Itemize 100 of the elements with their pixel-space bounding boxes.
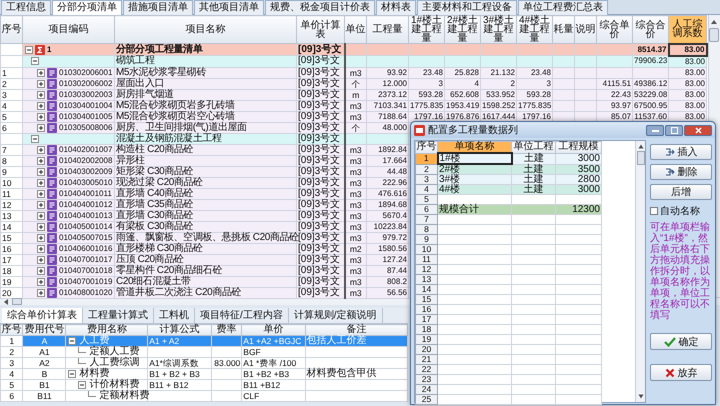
item-code: 010302006002 bbox=[59, 78, 112, 88]
table-cell: 厨房排气烟道 bbox=[114, 89, 296, 100]
table-cell: 127.24 bbox=[366, 254, 408, 265]
table-cell: 12.000 bbox=[366, 78, 408, 89]
table-cell: 现浇过梁 C20商品砼 bbox=[114, 177, 296, 188]
table-cell: 4115.51 bbox=[596, 78, 632, 89]
table-cell: 雨篷、飘窗板、空调板、悬挑板 C20商品砼 bbox=[114, 232, 296, 243]
table-cell: 79906.23 bbox=[632, 56, 668, 67]
column-header: 序号 bbox=[0, 324, 23, 336]
table-cell: CLF bbox=[242, 390, 306, 402]
table-cell: 矩形梁 C30商品砼 bbox=[114, 166, 296, 177]
item-code: 010402001007 bbox=[59, 144, 112, 154]
table-cell: 83.00 bbox=[668, 100, 706, 111]
table-cell: 20 bbox=[0, 287, 22, 298]
table-cell: 2 bbox=[0, 346, 23, 358]
table-cell: 砌筑工程 bbox=[114, 56, 296, 67]
item-code: 010405007015 bbox=[59, 232, 112, 242]
table-cell: C20细石混凝土带 bbox=[114, 276, 296, 287]
table-cell: m3 bbox=[344, 221, 366, 232]
column-header: 费用名称 bbox=[66, 324, 148, 336]
column-header: 综合合价 bbox=[632, 16, 668, 44]
table-cell: 1775.835 bbox=[408, 100, 444, 111]
table-cell: 1 bbox=[0, 336, 23, 346]
table-cell: 67500.95 bbox=[632, 100, 668, 111]
table-cell: 23.48 bbox=[516, 67, 552, 78]
table-cell: 3000 bbox=[556, 153, 602, 164]
table-cell: 979.72 bbox=[366, 232, 408, 243]
table-cell: 1892.84 bbox=[366, 144, 408, 155]
cost-name: 定额材料费 bbox=[99, 391, 150, 401]
item-code: 010404001013 bbox=[59, 210, 112, 220]
table-cell: m3 bbox=[344, 254, 366, 265]
table-cell: 压顶 C20商品砼 bbox=[114, 254, 296, 265]
table-cell: 4 bbox=[444, 78, 480, 89]
table-cell: M5混合砂浆砌页岩空心砖墙 bbox=[114, 111, 296, 122]
table-cell: 6 bbox=[0, 122, 22, 133]
table-cell: 1953.419 bbox=[444, 100, 480, 111]
table-cell: 49386.12 bbox=[632, 78, 668, 89]
column-header: 工程规模 bbox=[556, 142, 602, 153]
table-cell: 6 bbox=[0, 390, 23, 402]
table-cell: 83.00 bbox=[668, 56, 706, 67]
column-header: 项目编码 bbox=[22, 16, 114, 44]
column-header: 人工综调系数 bbox=[668, 16, 706, 44]
table-cell: 593.28 bbox=[516, 89, 552, 100]
column-header: 计算公式 bbox=[148, 324, 212, 336]
table-cell: 2 bbox=[0, 78, 22, 89]
table-cell: 222.96 bbox=[366, 177, 408, 188]
table-cell: 11 bbox=[0, 188, 22, 199]
table-cell: 5670.4 bbox=[366, 210, 408, 221]
table-cell: m3 bbox=[344, 232, 366, 243]
table-cell: 87.44 bbox=[366, 265, 408, 276]
item-code: 010407001018 bbox=[59, 266, 112, 276]
table-cell: 1 bbox=[0, 67, 22, 78]
item-code: 010407001019 bbox=[59, 276, 112, 286]
table-cell: m bbox=[344, 89, 366, 100]
table-cell: 4 bbox=[0, 368, 23, 380]
table-cell: 23.48 bbox=[408, 67, 444, 78]
table-cell: m3 bbox=[344, 276, 366, 287]
table-cell: 48.000 bbox=[366, 122, 408, 133]
table-cell: 7103.341 bbox=[366, 100, 408, 111]
item-code: 1 bbox=[47, 44, 52, 54]
column-header: 单位 bbox=[344, 16, 366, 44]
table-cell: 9 bbox=[0, 166, 22, 177]
column-header: 2#楼土建工程量 bbox=[444, 16, 480, 44]
table-cell: 21.132 bbox=[480, 67, 516, 78]
cost-name: 人工费 bbox=[79, 336, 110, 346]
table-cell: 3 bbox=[516, 78, 552, 89]
column-header: 单位工程 bbox=[512, 142, 556, 153]
table-cell: 零星构件 C20商品细石砼 bbox=[114, 265, 296, 276]
column-header: 序号 bbox=[416, 142, 438, 153]
item-code: 010304001004 bbox=[59, 100, 112, 110]
table-cell: m3 bbox=[344, 67, 366, 78]
table-cell: 533.952 bbox=[480, 89, 516, 100]
table-cell: 25.828 bbox=[444, 67, 480, 78]
table-cell: m3 bbox=[344, 287, 366, 298]
table-cell: 8 bbox=[0, 155, 22, 166]
table-cell: 17 bbox=[0, 254, 22, 265]
item-code: 010303002003 bbox=[59, 90, 112, 100]
item-code: 010408001020 bbox=[59, 288, 112, 298]
table-cell: 93.97 bbox=[596, 100, 632, 111]
table-cell: m3 bbox=[344, 210, 366, 221]
column-header: 单项名称 bbox=[438, 142, 512, 153]
table-cell: 13 bbox=[0, 210, 22, 221]
item-code: 010407001017 bbox=[59, 254, 112, 264]
table-cell: 5 bbox=[0, 111, 22, 122]
item-code: 010305008006 bbox=[59, 122, 112, 132]
column-header: 耗量 bbox=[552, 16, 574, 44]
item-code: 010403002009 bbox=[59, 166, 112, 176]
table-cell: m3 bbox=[344, 265, 366, 276]
table-cell: 3 bbox=[408, 78, 444, 89]
table-cell: 652.608 bbox=[444, 89, 480, 100]
table-cell: 异形柱 bbox=[114, 155, 296, 166]
table-cell: M5水泥砂浆零星砌砖 bbox=[114, 67, 296, 78]
table-cell: 15 bbox=[0, 232, 22, 243]
table-cell: M5混合砂浆砌页岩多孔砖墙 bbox=[114, 100, 296, 111]
item-code: 010402002008 bbox=[59, 156, 112, 166]
column-header: 1#楼土建工程量 bbox=[408, 16, 444, 44]
table-cell: m2 bbox=[344, 243, 366, 254]
table-cell: 1894.68 bbox=[366, 199, 408, 210]
table-cell: 有梁板 C30商品砼 bbox=[114, 221, 296, 232]
table-cell: 个 bbox=[344, 78, 366, 89]
